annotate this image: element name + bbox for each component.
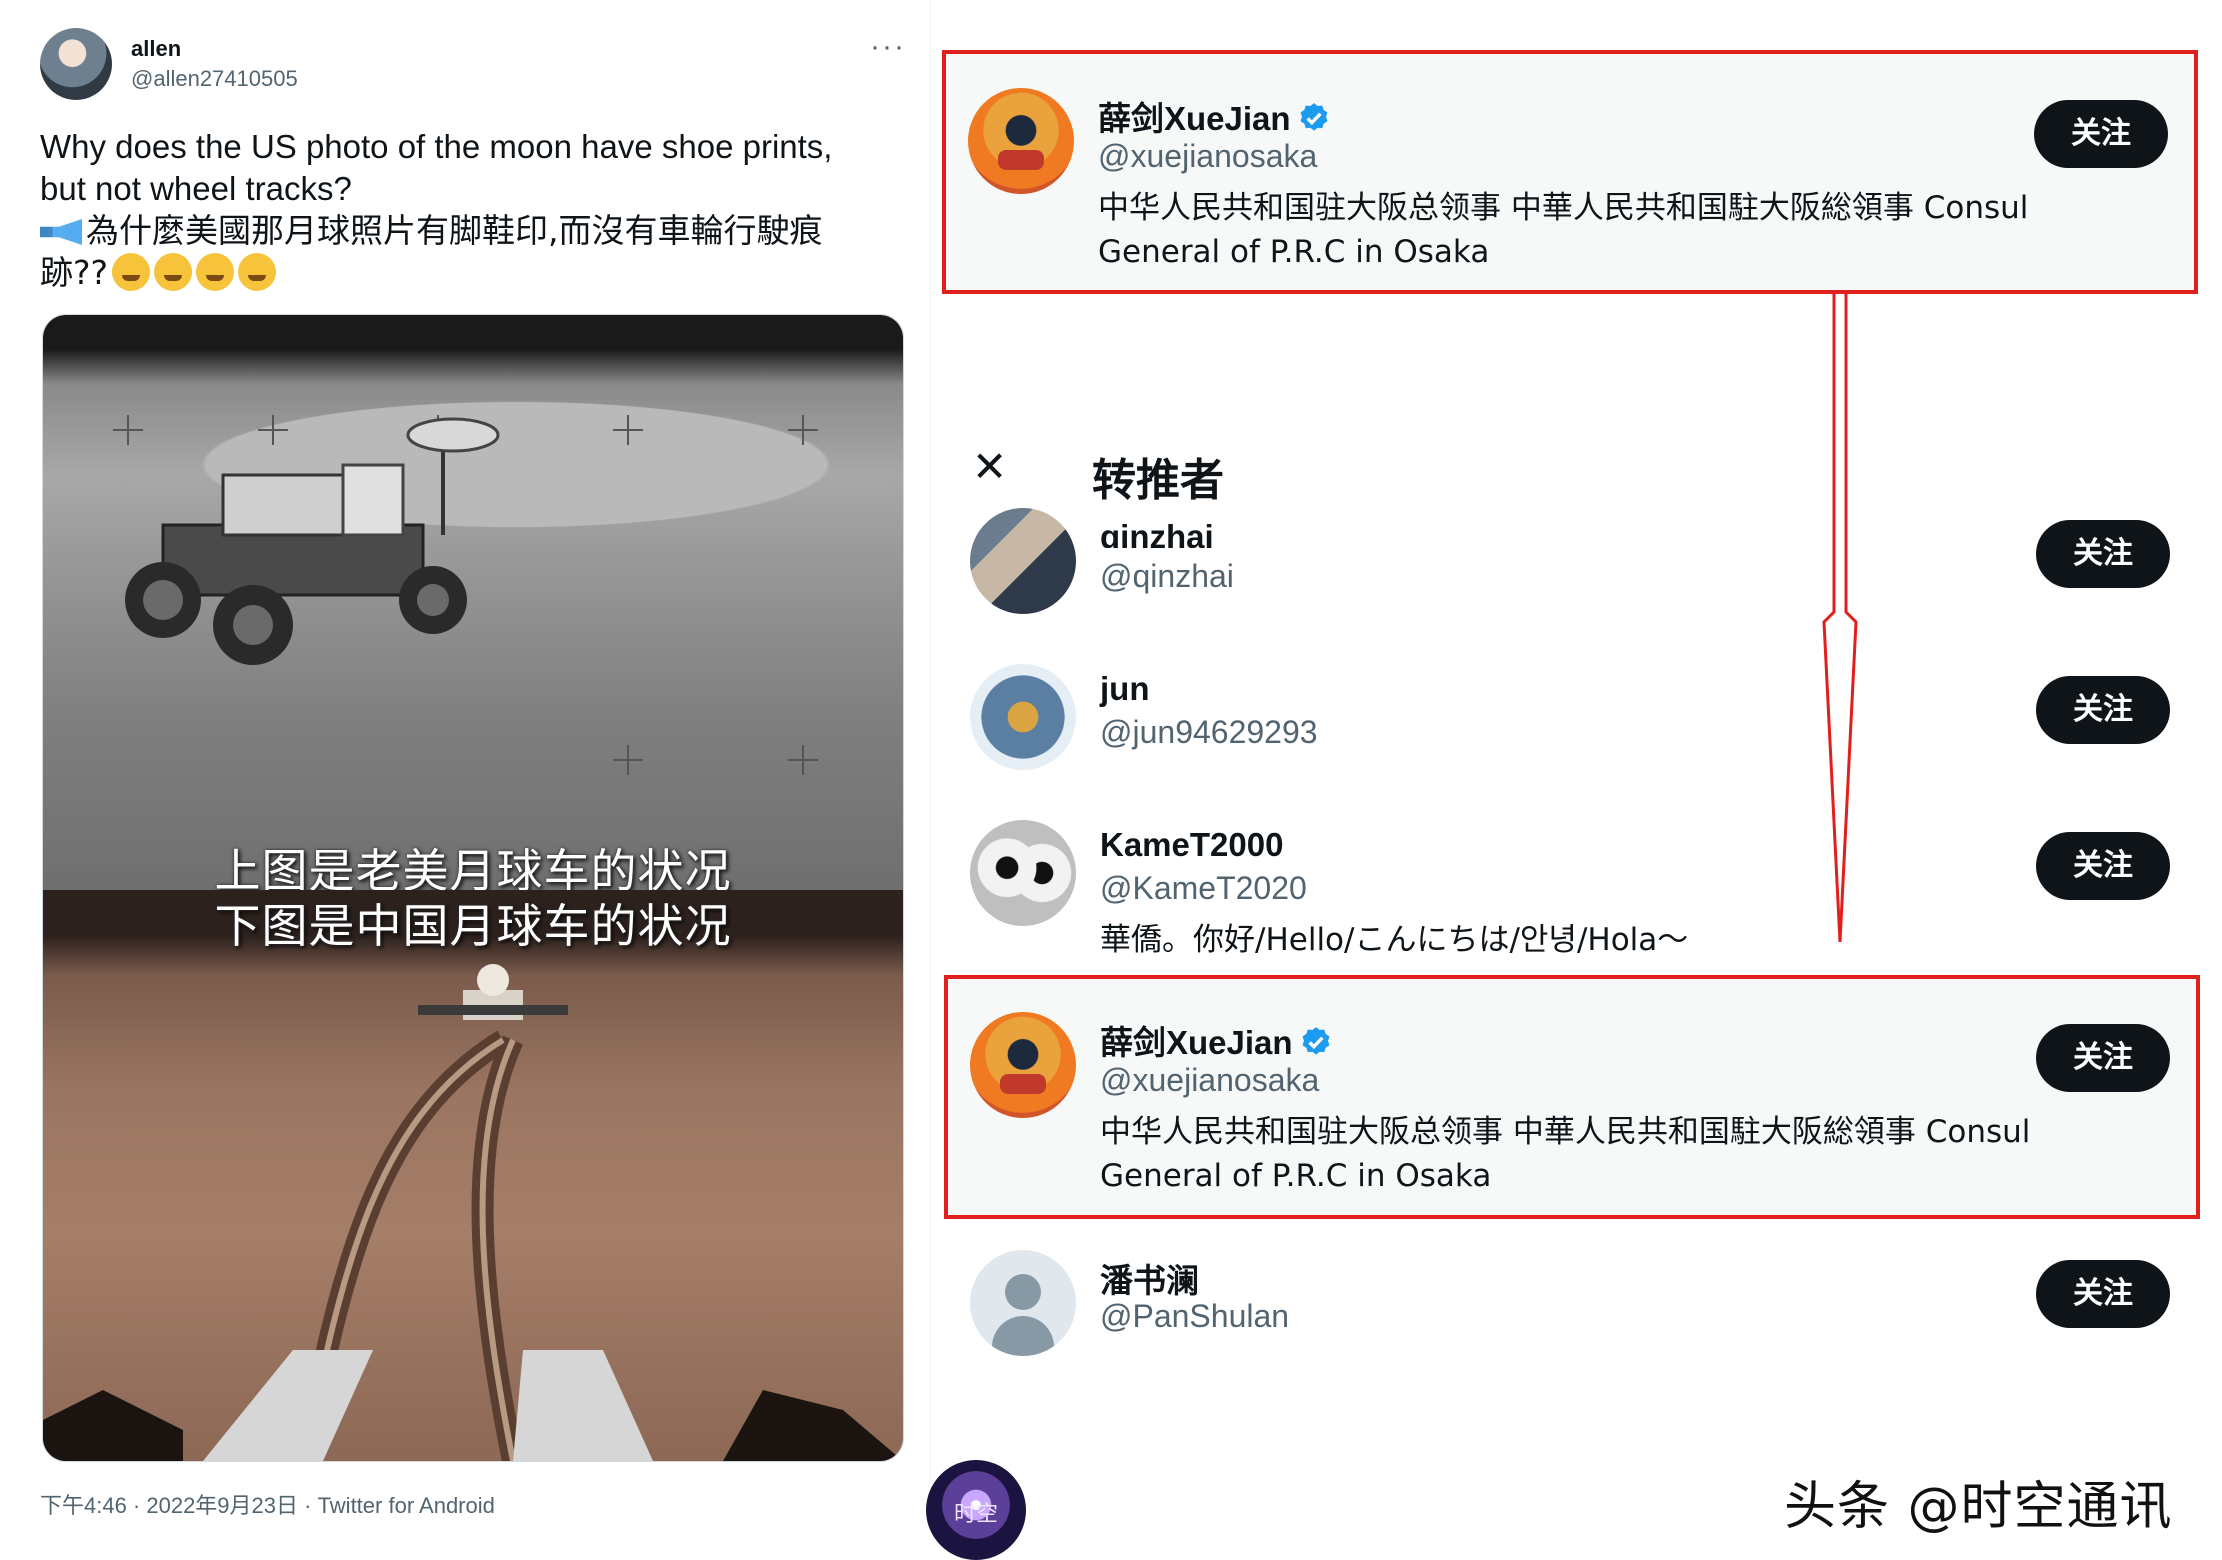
user-bio-line: 中华人民共和国驻大阪总领事 中華人民共和国駐大阪総領事 Consul xyxy=(1100,1114,2031,1150)
avatar[interactable] xyxy=(970,1012,1076,1118)
tweet-timestamp[interactable]: 下午4:46 · 2022年9月23日 · Twitter for Androi… xyxy=(40,1488,495,1520)
apollo-rover-photo: 上图是老美月球车的状况 xyxy=(43,315,903,898)
tweet-text: Why does the US photo of the moon have s… xyxy=(40,126,890,294)
avatar[interactable] xyxy=(970,508,1076,614)
red-arrow-connector xyxy=(1822,292,1858,942)
user-handle[interactable]: @xuejianosaka xyxy=(1098,138,1317,175)
emoji-icon xyxy=(196,253,235,291)
user-bio-line: 中华人民共和国驻大阪总领事 中華人民共和国駐大阪総領事 Consul xyxy=(1098,190,2029,226)
reseau-cross xyxy=(788,415,818,445)
user-name[interactable]: 薛剑XueJian xyxy=(1100,1016,1333,1064)
reseau-cross xyxy=(613,415,643,445)
user-handle[interactable]: @qinzhai xyxy=(1100,558,1234,595)
user-name[interactable]: 潘书澜 xyxy=(1100,1254,1199,1302)
column-divider xyxy=(930,0,931,1480)
follow-button[interactable]: 关注 xyxy=(2036,1024,2170,1092)
user-handle[interactable]: @KameT2020 xyxy=(1100,870,1307,907)
user-handle[interactable]: @jun94629293 xyxy=(1100,714,1318,751)
watermark-logo: 时空 xyxy=(926,1460,1026,1560)
follow-button[interactable]: 关注 xyxy=(2036,1260,2170,1328)
watermark-logo-text: 时空 xyxy=(953,1502,998,1527)
tweet-text-line: Why does the US photo of the moon have s… xyxy=(40,128,833,165)
user-bio: 中华人民共和国驻大阪总领事 中華人民共和国駐大阪総領事 Consul Genera… xyxy=(1098,186,2028,274)
yutu-rover-photo: 下图是中国月球车的状况 xyxy=(43,890,903,1461)
tweet-author-avatar[interactable] xyxy=(40,28,112,100)
tweet-author-name[interactable]: allen xyxy=(131,36,181,62)
watermark-text: 头条 @时空通讯 xyxy=(1784,1477,2173,1537)
tweet-media-image[interactable]: 上图是老美月球车的状况 下图是中国月球车的状况 xyxy=(42,314,904,1462)
user-bio: 華僑。你好/Hello/こんにちは/안녕/Hola〜 xyxy=(1100,922,1689,958)
verified-badge-icon xyxy=(1300,103,1328,131)
follow-button[interactable]: 关注 xyxy=(2036,832,2170,900)
rover-tracks-graphic xyxy=(43,964,903,1461)
user-name[interactable]: jun xyxy=(1100,670,1149,708)
follow-button[interactable]: 关注 xyxy=(2036,520,2170,588)
reseau-cross xyxy=(613,745,643,775)
reseau-cross xyxy=(788,745,818,775)
close-icon[interactable]: ✕ xyxy=(972,442,1007,491)
tweet-text-zh: 為什麼美國那月球照片有脚鞋印,而沒有車輪行駛痕 xyxy=(86,211,823,250)
user-bio-line: General of P.R.C in Osaka xyxy=(1098,234,1490,270)
follow-button[interactable]: 关注 xyxy=(2034,100,2168,168)
user-name[interactable]: 薛剑XueJian xyxy=(1098,92,1331,140)
user-name[interactable]: qinzhai xyxy=(1100,518,1214,548)
user-handle[interactable]: @xuejianosaka xyxy=(1100,1062,1319,1099)
tweet-text-zh: 跡?? xyxy=(40,253,109,292)
emoji-icon xyxy=(154,253,193,291)
megaphone-icon xyxy=(40,219,82,245)
lunar-rover-graphic xyxy=(125,417,500,665)
verified-badge-icon xyxy=(1302,1027,1330,1055)
user-handle[interactable]: @PanShulan xyxy=(1100,1298,1289,1335)
emoji-icon xyxy=(112,253,151,291)
emoji-icon xyxy=(238,253,277,291)
tweet-author-handle[interactable]: @allen27410505 xyxy=(131,66,298,92)
tweet-text-line: 跡?? xyxy=(40,252,890,294)
avatar[interactable] xyxy=(970,664,1076,770)
user-bio-line: General of P.R.C in Osaka xyxy=(1100,1158,1492,1194)
user-name-text: 薛剑XueJian xyxy=(1098,100,1291,137)
avatar[interactable] xyxy=(970,820,1076,926)
tweet-text-line: but not wheel tracks? xyxy=(40,170,352,207)
user-name-text: 薛剑XueJian xyxy=(1100,1024,1293,1061)
follow-button[interactable]: 关注 xyxy=(2036,676,2170,744)
avatar[interactable] xyxy=(968,88,1074,194)
user-name[interactable]: KameT2000 xyxy=(1100,826,1283,864)
tweet-text-line: 為什麼美國那月球照片有脚鞋印,而沒有車輪行駛痕 xyxy=(40,210,890,252)
default-avatar-icon[interactable] xyxy=(970,1250,1076,1356)
user-bio: 中华人民共和国驻大阪总领事 中華人民共和国駐大阪総領事 Consul Genera… xyxy=(1100,1110,2030,1198)
more-options-icon[interactable]: ··· xyxy=(870,30,906,64)
retweeters-title: 转推者 xyxy=(1092,455,1224,506)
